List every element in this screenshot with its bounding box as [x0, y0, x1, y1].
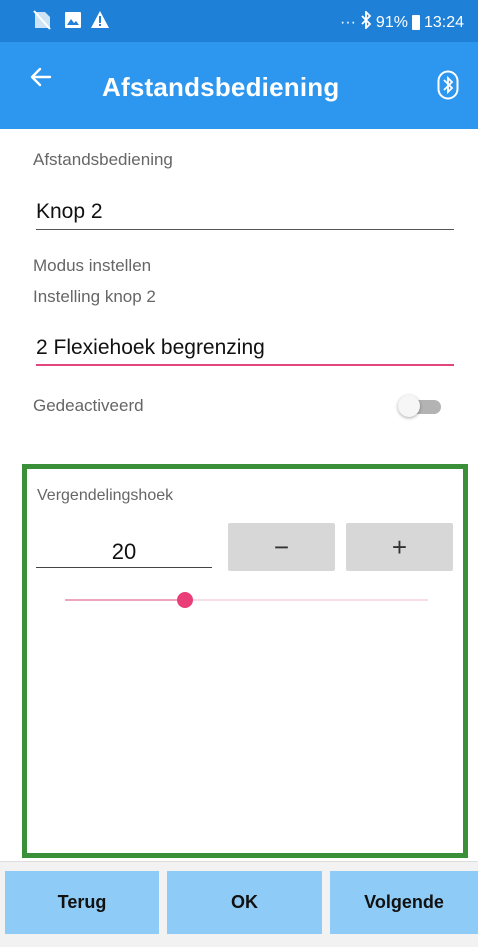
button-setting-dropdown[interactable]: 2 Flexiehoek begrenzing	[36, 336, 265, 360]
clock: 13:24	[423, 13, 464, 31]
bottom-bar: Terug OK Volgende	[0, 861, 478, 947]
locking-angle-panel: Vergendelingshoek 20 − +	[22, 464, 468, 858]
battery-icon	[411, 15, 420, 30]
panel-title: Vergendelingshoek	[37, 487, 174, 504]
remote-label: Afstandsbediening	[33, 150, 173, 169]
bluetooth-icon	[360, 9, 372, 34]
back-arrow-icon[interactable]	[30, 66, 52, 93]
bluetooth-button-icon[interactable]	[437, 70, 459, 105]
slider-track-filled	[65, 599, 185, 601]
more-notifications-indicator: ···	[339, 13, 356, 31]
battery-percent: 91%	[375, 13, 408, 31]
back-button[interactable]: Terug	[5, 871, 159, 934]
toggle-label: Gedeactiveerd	[33, 396, 144, 415]
slider-thumb[interactable]	[177, 592, 193, 608]
angle-slider[interactable]	[65, 591, 428, 609]
image-icon	[64, 10, 82, 35]
status-bar: ··· 91% 13:24	[0, 0, 478, 42]
angle-value-input[interactable]: 20	[36, 539, 212, 565]
app-bar: Afstandsbediening	[0, 42, 478, 129]
ok-button[interactable]: OK	[167, 871, 322, 934]
button-setting-label: Instelling knop 2	[33, 287, 156, 306]
remote-value-underline	[36, 229, 454, 230]
increment-button[interactable]: +	[346, 523, 453, 571]
decrement-button[interactable]: −	[228, 523, 335, 571]
mode-label: Modus instellen	[33, 256, 152, 275]
bottom-divider	[0, 861, 478, 862]
no-sim-icon	[33, 10, 51, 35]
page-title: Afstandsbediening	[102, 72, 340, 102]
button-setting-underline	[36, 364, 454, 366]
next-button[interactable]: Volgende	[330, 871, 478, 934]
remote-value-field[interactable]: Knop 2	[36, 200, 103, 224]
angle-input-underline	[36, 567, 212, 568]
warning-icon	[90, 10, 110, 35]
deactivated-toggle[interactable]	[398, 394, 444, 417]
toggle-thumb	[398, 395, 420, 417]
